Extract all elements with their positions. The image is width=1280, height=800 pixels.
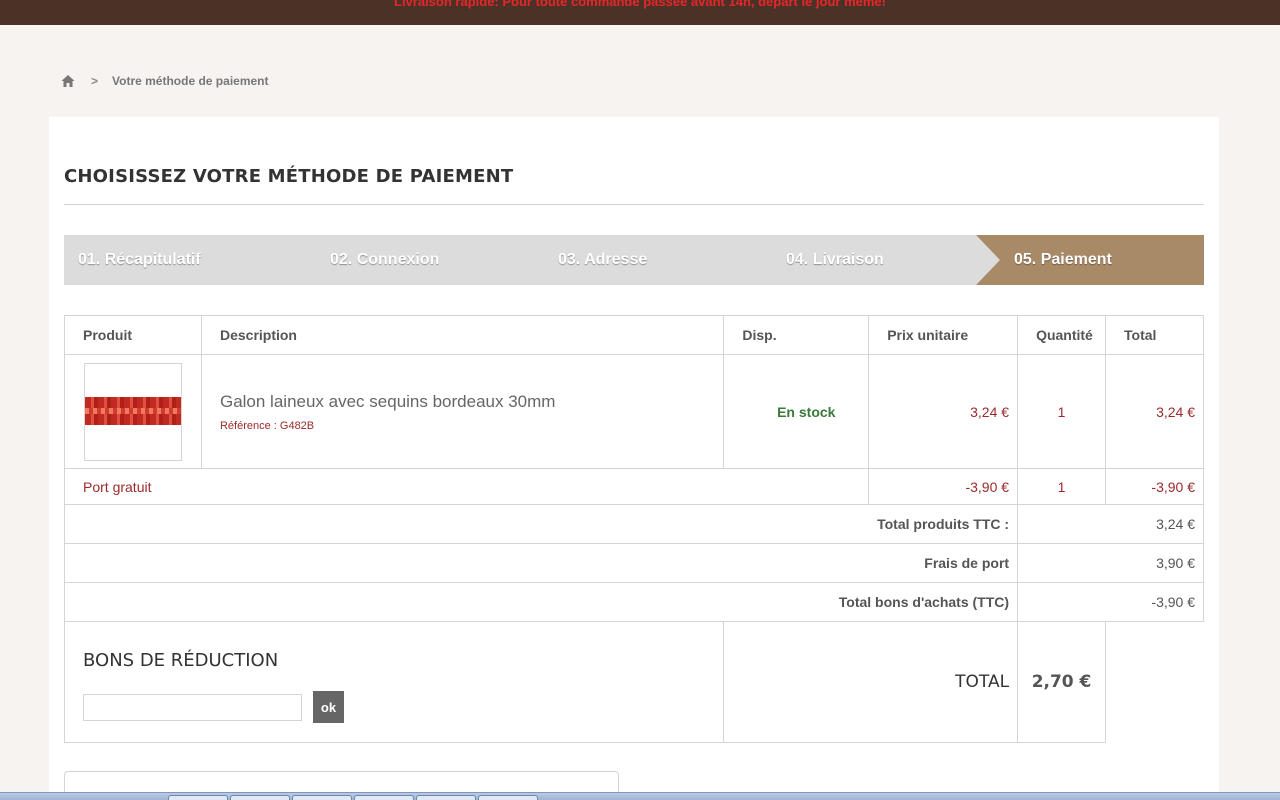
product-thumbnail-cell xyxy=(64,354,202,469)
free-shipping-total: -3,90 € xyxy=(1105,468,1204,505)
voucher-submit-button[interactable]: ok xyxy=(313,691,344,723)
taskbar-button[interactable] xyxy=(416,795,476,800)
grand-total-label: TOTAL xyxy=(723,621,1019,743)
total-vouchers-value: -3,90 € xyxy=(1017,582,1204,622)
step-payment: 05. Paiement xyxy=(1014,251,1112,268)
breadcrumb-separator: > xyxy=(91,74,99,88)
breadcrumb-current: Votre méthode de paiement xyxy=(112,74,269,88)
header-quantity: Quantité xyxy=(1017,315,1107,355)
home-icon[interactable] xyxy=(61,74,75,88)
table-row: Frais de port 3,90 € xyxy=(63,543,1204,583)
product-quantity: 1 xyxy=(1017,354,1107,469)
cart-table: Produit Description Disp. Prix unitaire … xyxy=(63,315,1204,743)
promo-bar: Livraison rapide: Pour toute commande pa… xyxy=(0,0,1280,25)
header-product: Produit xyxy=(64,315,202,355)
taskbar-button[interactable] xyxy=(478,795,538,800)
taskbar-button[interactable] xyxy=(168,795,228,800)
total-products-label: Total produits TTC : xyxy=(63,504,1019,544)
product-name[interactable]: Galon laineux avec sequins bordeaux 30mm xyxy=(202,392,723,412)
step-login[interactable]: 02. Connexion xyxy=(330,235,439,285)
table-row: BONS DE RÉDUCTION ok TOTAL 2,70 € xyxy=(63,621,1204,743)
header-total: Total xyxy=(1105,315,1204,355)
total-vouchers-label: Total bons d'achats (TTC) xyxy=(63,582,1019,622)
step-address[interactable]: 03. Adresse xyxy=(558,235,647,285)
title-divider xyxy=(64,204,1204,205)
free-shipping-label: Port gratuit xyxy=(63,468,870,505)
product-description-cell: Galon laineux avec sequins bordeaux 30mm… xyxy=(200,354,725,469)
voucher-form: ok xyxy=(83,691,723,723)
promo-text: Livraison rapide: Pour toute commande pa… xyxy=(394,0,886,9)
product-reference: Référence : G482B xyxy=(219,419,315,432)
voucher-cell: BONS DE RÉDUCTION ok xyxy=(63,621,725,743)
table-row: Total produits TTC : 3,24 € xyxy=(63,504,1204,544)
product-unit-price: 3,24 € xyxy=(868,354,1019,469)
total-products-value: 3,24 € xyxy=(1017,504,1204,544)
step-summary[interactable]: 01. Récapitulatif xyxy=(78,235,201,285)
taskbar-button[interactable] xyxy=(292,795,352,800)
free-shipping-quantity: 1 xyxy=(1017,468,1107,505)
os-taskbar xyxy=(0,792,1280,800)
grand-total-value: 2,70 € xyxy=(1017,621,1107,743)
shipping-cost-label: Frais de port xyxy=(63,543,1019,583)
product-availability: En stock xyxy=(723,354,870,469)
header-availability: Disp. xyxy=(723,315,870,355)
empty-cell xyxy=(1106,622,1204,743)
page-title: CHOISISSEZ VOTRE MÉTHODE DE PAIEMENT xyxy=(64,166,514,187)
voucher-code-input[interactable] xyxy=(83,693,302,721)
product-image[interactable] xyxy=(84,362,182,461)
voucher-title: BONS DE RÉDUCTION xyxy=(83,650,279,671)
product-total: 3,24 € xyxy=(1105,354,1204,469)
cart-header-row: Produit Description Disp. Prix unitaire … xyxy=(64,315,1204,355)
shipping-cost-value: 3,90 € xyxy=(1017,543,1204,583)
free-shipping-unit-price: -3,90 € xyxy=(868,468,1019,505)
taskbar-button[interactable] xyxy=(354,795,414,800)
checkout-steps: 01. Récapitulatif 02. Connexion 03. Adre… xyxy=(64,235,1204,285)
step-shipping[interactable]: 04. Livraison xyxy=(786,235,884,285)
breadcrumb: > Votre méthode de paiement xyxy=(61,73,269,89)
header-unit-price: Prix unitaire xyxy=(868,315,1019,355)
table-row: Galon laineux avec sequins bordeaux 30mm… xyxy=(64,354,1204,469)
taskbar-button[interactable] xyxy=(230,795,290,800)
table-row: Port gratuit -3,90 € 1 -3,90 € xyxy=(63,468,1204,505)
header-description: Description xyxy=(200,315,725,355)
table-row: Total bons d'achats (TTC) -3,90 € xyxy=(63,582,1204,622)
